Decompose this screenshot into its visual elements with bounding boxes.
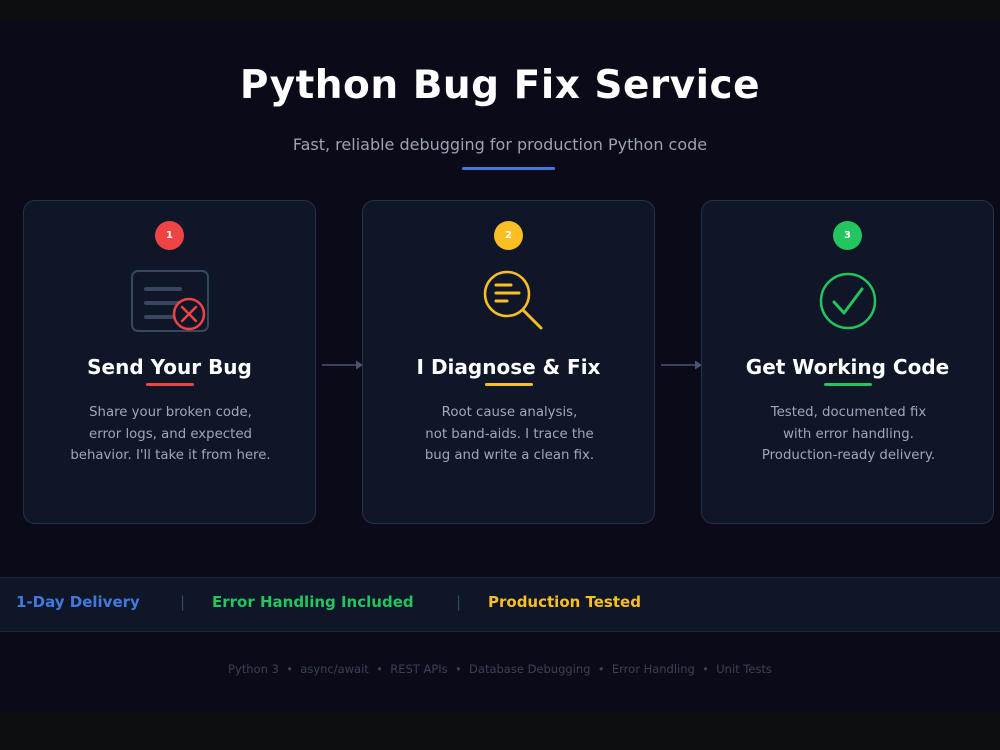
page-title: Python Bug Fix Service: [239, 63, 761, 108]
step-title-underline: [146, 383, 194, 386]
magnifier-icon: [469, 267, 549, 337]
check-circle-icon: [808, 267, 888, 337]
step-title: Send Your Bug: [87, 355, 252, 379]
step-card-send-bug: 1 Send Your Bug Share your broken code, …: [23, 200, 316, 524]
step-title: Get Working Code: [745, 355, 950, 379]
title-underline: [462, 167, 555, 170]
feature-production-tested: Production Tested: [488, 593, 641, 611]
tech-stack-footer: Python 3 • async/await • REST APIs • Dat…: [228, 662, 772, 676]
step-number-badge: 3: [833, 221, 862, 250]
step-description: Share your broken code, error logs, and …: [70, 405, 271, 464]
page-frame: Python Bug Fix Service Fast, reliable de…: [0, 19, 1000, 711]
step-title: I Diagnose & Fix: [416, 355, 601, 379]
step-description: Root cause analysis, not band-aids. I tr…: [424, 405, 595, 464]
page-subtitle: Fast, reliable debugging for production …: [292, 135, 708, 154]
arrow-right-icon: [661, 356, 703, 370]
step-title-underline: [485, 383, 533, 386]
feature-delivery: 1-Day Delivery: [16, 593, 140, 611]
feature-separator: |: [180, 593, 186, 611]
feature-error-handling: Error Handling Included: [212, 593, 414, 611]
arrow-right-icon: [322, 356, 364, 370]
step-number-badge: 2: [494, 221, 523, 250]
step-description: Tested, documented fix with error handli…: [761, 405, 936, 464]
step-number-badge: 1: [155, 221, 184, 250]
features-strip: 1-Day Delivery | Error Handling Included…: [0, 577, 1000, 632]
feature-separator: |: [456, 593, 462, 611]
document-error-icon: [130, 267, 210, 337]
step-card-diagnose-fix: 2 I Diagnose & Fix Root cause analysis, …: [362, 200, 655, 524]
step-card-working-code: 3 Get Working Code Tested, documented fi…: [701, 200, 994, 524]
step-title-underline: [824, 383, 872, 386]
